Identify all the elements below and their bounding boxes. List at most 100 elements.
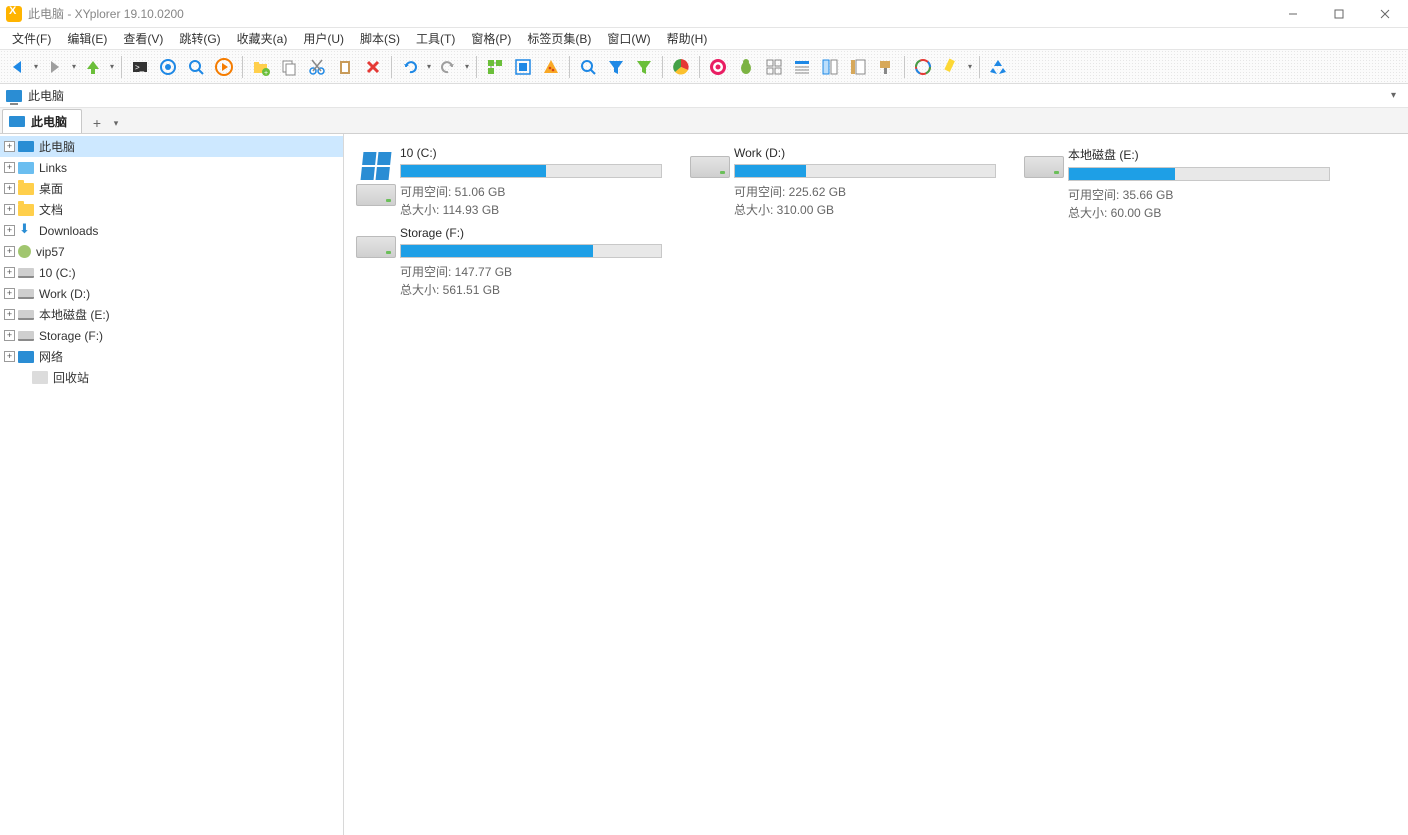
tree-item[interactable]: + 网络 bbox=[0, 346, 343, 367]
tree-item[interactable]: 回收站 bbox=[0, 367, 343, 388]
tree-item[interactable]: +10 (C:) bbox=[0, 262, 343, 283]
tree-item[interactable]: +此电脑 bbox=[0, 136, 343, 157]
folder-tree[interactable]: +此电脑+Links+桌面+文档+Downloads+vip57+10 (C:)… bbox=[0, 134, 344, 835]
redo-drop-icon[interactable]: ▾ bbox=[463, 62, 471, 71]
tree-expander[interactable]: + bbox=[4, 141, 15, 152]
undo-drop-icon[interactable]: ▾ bbox=[425, 62, 433, 71]
tree-expander[interactable]: + bbox=[4, 267, 15, 278]
menu-item[interactable]: 窗口(W) bbox=[599, 28, 658, 49]
toolbar-bug-button[interactable] bbox=[733, 54, 759, 80]
toolbar-copy-button[interactable] bbox=[276, 54, 302, 80]
menu-item[interactable]: 用户(U) bbox=[295, 28, 352, 49]
toolbar-sidebar-button[interactable] bbox=[845, 54, 871, 80]
menu-item[interactable]: 工具(T) bbox=[408, 28, 463, 49]
toolbar-thumbnails-button[interactable] bbox=[761, 54, 787, 80]
toolbar-zoom-fit-button[interactable] bbox=[183, 54, 209, 80]
toolbar-tree-toggle-button[interactable] bbox=[482, 54, 508, 80]
tree-label: Downloads bbox=[39, 224, 98, 238]
toolbar-delete-button[interactable] bbox=[360, 54, 386, 80]
menu-item[interactable]: 编辑(E) bbox=[59, 28, 115, 49]
tree-expander[interactable]: + bbox=[4, 246, 15, 257]
toolbar-chart-button[interactable] bbox=[668, 54, 694, 80]
toolbar-target-button[interactable] bbox=[155, 54, 181, 80]
toolbar-paste-button[interactable] bbox=[332, 54, 358, 80]
tree-expander[interactable]: + bbox=[4, 288, 15, 299]
drive-usage-bar bbox=[400, 244, 662, 258]
toolbar-back-button[interactable] bbox=[4, 54, 30, 80]
tree-expander[interactable]: + bbox=[4, 183, 15, 194]
toolbar-brush-button[interactable] bbox=[873, 54, 899, 80]
drive-item[interactable]: 本地磁盘 (E:)可用空间: 35.66 GB总大小: 60.00 GB bbox=[1014, 142, 1348, 222]
address-bar[interactable]: 此电脑 ▾ bbox=[0, 84, 1408, 108]
highlighter-drop-icon[interactable]: ▾ bbox=[966, 62, 974, 71]
toolbar-spiral-button[interactable] bbox=[705, 54, 731, 80]
toolbar-redo-button[interactable] bbox=[435, 54, 461, 80]
drive-item[interactable]: Storage (F:)可用空间: 147.77 GB总大小: 561.51 G… bbox=[346, 222, 680, 302]
tree-item[interactable]: +桌面 bbox=[0, 178, 343, 199]
drive-total: 总大小: 60.00 GB bbox=[1068, 204, 1342, 222]
maximize-button[interactable] bbox=[1316, 0, 1362, 28]
tab-list-dropdown[interactable]: ▾ bbox=[108, 113, 124, 133]
minimize-button[interactable] bbox=[1270, 0, 1316, 28]
tab-active[interactable]: 此电脑 bbox=[2, 109, 82, 133]
toolbar-undo-button[interactable] bbox=[397, 54, 423, 80]
toolbar-pizza-button[interactable] bbox=[538, 54, 564, 80]
drive-name: Storage (F:) bbox=[400, 226, 674, 240]
back-drop-icon[interactable]: ▾ bbox=[32, 62, 40, 71]
tree-expander[interactable]: + bbox=[4, 330, 15, 341]
tree-item[interactable]: + Downloads bbox=[0, 220, 343, 241]
toolbar-color-wheel-button[interactable] bbox=[910, 54, 936, 80]
tree-item[interactable]: +Links bbox=[0, 157, 343, 178]
drive-usage-bar bbox=[400, 164, 662, 178]
up-drop-icon[interactable]: ▾ bbox=[108, 62, 116, 71]
address-dropdown[interactable]: ▾ bbox=[1385, 90, 1402, 101]
toolbar-find-button[interactable] bbox=[575, 54, 601, 80]
drive-list[interactable]: 10 (C:)可用空间: 51.06 GB总大小: 114.93 GBWork … bbox=[344, 134, 1408, 835]
menu-item[interactable]: 文件(F) bbox=[4, 28, 59, 49]
toolbar-forward-button[interactable] bbox=[42, 54, 68, 80]
toolbar-details-button[interactable] bbox=[789, 54, 815, 80]
forward-drop-icon[interactable]: ▾ bbox=[70, 62, 78, 71]
tree-item[interactable]: +Work (D:) bbox=[0, 283, 343, 304]
toolbar-up-button[interactable] bbox=[80, 54, 106, 80]
toolbar-filter-color-button[interactable] bbox=[631, 54, 657, 80]
window-controls bbox=[1270, 0, 1408, 28]
drive-icon bbox=[18, 331, 34, 341]
tree-expander[interactable]: + bbox=[4, 351, 15, 362]
menu-item[interactable]: 脚本(S) bbox=[352, 28, 408, 49]
toolbar-cut-button[interactable] bbox=[304, 54, 330, 80]
menu-item[interactable]: 标签页集(B) bbox=[519, 28, 599, 49]
menu-item[interactable]: 查看(V) bbox=[115, 28, 171, 49]
tree-item[interactable]: +vip57 bbox=[0, 241, 343, 262]
toolbar-recycle-button[interactable] bbox=[985, 54, 1011, 80]
menu-item[interactable]: 窗格(P) bbox=[463, 28, 519, 49]
toolbar-select-all-button[interactable] bbox=[510, 54, 536, 80]
tree-expander[interactable]: + bbox=[4, 225, 15, 236]
tree-item[interactable]: +文档 bbox=[0, 199, 343, 220]
drive-name: 本地磁盘 (E:) bbox=[1068, 146, 1342, 163]
toolbar-console-button[interactable]: >_ bbox=[127, 54, 153, 80]
new-tab-button[interactable]: + bbox=[86, 113, 108, 133]
tree-item[interactable]: +本地磁盘 (E:) bbox=[0, 304, 343, 325]
toolbar-play-button[interactable] bbox=[211, 54, 237, 80]
menu-item[interactable]: 跳转(G) bbox=[171, 28, 228, 49]
drive-item[interactable]: Work (D:)可用空间: 225.62 GB总大小: 310.00 GB bbox=[680, 142, 1014, 222]
menu-item[interactable]: 收藏夹(a) bbox=[229, 28, 296, 49]
toolbar-new-folder-button[interactable]: + bbox=[248, 54, 274, 80]
tree-expander[interactable]: + bbox=[4, 309, 15, 320]
tree-label: 网络 bbox=[39, 348, 63, 365]
tree-item[interactable]: +Storage (F:) bbox=[0, 325, 343, 346]
toolbar-separator bbox=[476, 56, 477, 78]
menubar: 文件(F)编辑(E)查看(V)跳转(G)收藏夹(a)用户(U)脚本(S)工具(T… bbox=[0, 28, 1408, 50]
tree-expander[interactable]: + bbox=[4, 162, 15, 173]
toolbar-dual-pane-button[interactable] bbox=[817, 54, 843, 80]
toolbar-filter-button[interactable] bbox=[603, 54, 629, 80]
tree-label: 10 (C:) bbox=[39, 266, 76, 280]
toolbar-separator bbox=[242, 56, 243, 78]
tree-expander[interactable]: + bbox=[4, 204, 15, 215]
drive-item[interactable]: 10 (C:)可用空间: 51.06 GB总大小: 114.93 GB bbox=[346, 142, 680, 222]
menu-item[interactable]: 帮助(H) bbox=[659, 28, 716, 49]
close-button[interactable] bbox=[1362, 0, 1408, 28]
drive-total: 总大小: 561.51 GB bbox=[400, 281, 674, 299]
toolbar-highlighter-button[interactable] bbox=[938, 54, 964, 80]
